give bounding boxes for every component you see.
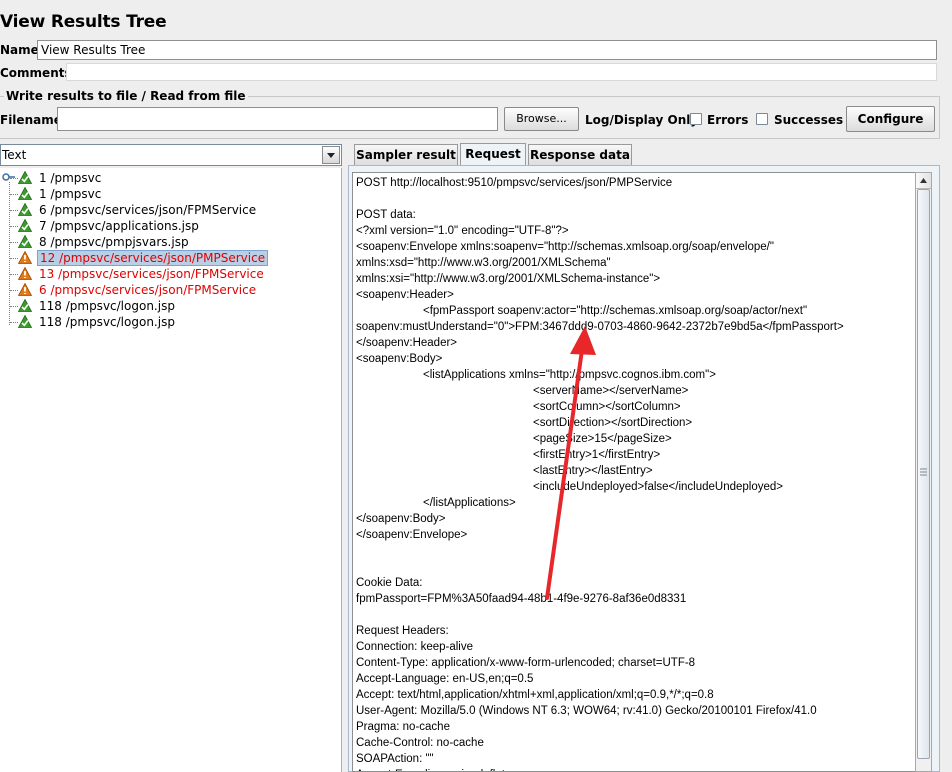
errors-label: Errors: [707, 113, 749, 127]
request-line: <?xml version="1.0" encoding="UTF-8"?>: [356, 225, 569, 237]
request-line: </soapenv:Header>: [356, 337, 458, 349]
tree-item[interactable]: 1 /pmpsvc: [0, 170, 340, 186]
success-icon: [18, 171, 32, 184]
tree-item-label: 6 /pmpsvc/services/json/FPMService: [39, 283, 257, 297]
tree-line: [10, 274, 18, 275]
request-line: SOAPAction: "": [356, 753, 434, 765]
successes-checkbox[interactable]: [756, 113, 768, 125]
tree-line: [10, 226, 18, 227]
request-line: Pragma: no-cache: [356, 721, 450, 733]
tree-line: [10, 210, 18, 211]
request-line: </listApplications>: [423, 497, 516, 509]
warning-icon: [18, 251, 32, 264]
comments-label: Comments:: [0, 66, 77, 80]
tree-item-label: 12 /pmpsvc/services/json/PMPService: [37, 250, 269, 266]
log-display-label: Log/Display Only:: [585, 113, 703, 127]
request-line: Accept-Encoding: gzip, deflate: [356, 767, 511, 771]
tree-item[interactable]: 13 /pmpsvc/services/json/FPMService: [0, 266, 340, 282]
filename-label: Filename: [0, 113, 62, 127]
request-line: User-Agent: Mozilla/5.0 (Windows NT 6.3;…: [356, 705, 817, 717]
tree-line: [10, 258, 18, 259]
tab-label: Request: [465, 147, 521, 161]
warning-icon: [18, 267, 32, 280]
renderer-select[interactable]: Text: [0, 144, 342, 166]
tree-item-label: 8 /pmpsvc/pmpjsvars.jsp: [39, 235, 189, 249]
tree-item[interactable]: 1 /pmpsvc: [0, 186, 340, 202]
scroll-up-button[interactable]: [916, 173, 931, 189]
request-line: Cache-Control: no-cache: [356, 737, 484, 749]
tree-line: [10, 322, 18, 323]
chevron-down-icon: [327, 153, 335, 158]
request-line: Request Headers:: [356, 625, 449, 637]
tree-line: [10, 290, 18, 291]
success-icon: [18, 219, 32, 232]
request-line: POST data:: [356, 209, 416, 221]
tab-label: Response data: [530, 148, 630, 162]
success-icon: [18, 187, 32, 200]
chevron-up-icon: [920, 178, 927, 183]
tab-label: Sampler result: [356, 148, 456, 162]
warning-icon: [18, 283, 32, 296]
successes-label: Successes: [774, 113, 844, 127]
success-icon: [18, 315, 32, 328]
tab-request[interactable]: Request: [460, 143, 526, 165]
request-line: Accept-Language: en-US,en;q=0.5: [356, 673, 534, 685]
request-line: <soapenv:Body>: [356, 353, 443, 365]
tree-line: [10, 194, 18, 195]
tree-item-label: 118 /pmpsvc/logon.jsp: [39, 299, 175, 313]
red-arrow-annotation-icon: [545, 326, 596, 600]
tree-item[interactable]: 7 /pmpsvc/applications.jsp: [0, 218, 340, 234]
request-line: Cookie Data:: [356, 577, 423, 589]
filename-input[interactable]: [57, 107, 498, 131]
request-line: xmlns:xsi="http://www.w3.org/2001/XMLSch…: [356, 273, 661, 285]
tree-line: [10, 178, 18, 179]
success-icon: [18, 235, 32, 248]
scroll-thumb[interactable]: [917, 189, 930, 759]
tree-item-label: 1 /pmpsvc: [39, 171, 102, 185]
request-line: Content-Type: application/x-www-form-url…: [356, 657, 696, 669]
request-line: <fpmPassport soapenv:actor="http://schem…: [423, 305, 808, 317]
vertical-scrollbar[interactable]: [915, 172, 932, 772]
renderer-select-value: Text: [2, 148, 27, 162]
request-line: Connection: keep-alive: [356, 641, 473, 653]
tab-sampler-result[interactable]: Sampler result: [354, 144, 458, 165]
request-line: </soapenv:Envelope>: [356, 529, 468, 541]
tree-item-label: 6 /pmpsvc/services/json/FPMService: [39, 203, 257, 217]
request-text-area[interactable]: POST http://localhost:9510/pmpsvc/servic…: [352, 172, 915, 772]
request-line: <soapenv:Envelope xmlns:soapenv="http://…: [356, 241, 774, 253]
request-line: xmlns:xsd="http://www.w3.org/2001/XMLSch…: [356, 257, 611, 269]
tree-item[interactable]: 118 /pmpsvc/logon.jsp: [0, 298, 340, 314]
results-tree[interactable]: 1 /pmpsvc 1 /pmpsvc 6 /pmpsvc/services/jso…: [0, 168, 342, 772]
request-line: Accept: text/html,application/xhtml+xml,…: [356, 689, 714, 701]
errors-checkbox[interactable]: [690, 113, 702, 125]
tree-item[interactable]: 6 /pmpsvc/services/json/FPMService: [0, 282, 340, 298]
tree-item-label: 7 /pmpsvc/applications.jsp: [39, 219, 199, 233]
file-group-title: Write results to file / Read from file: [4, 89, 248, 103]
tree-item-label: 118 /pmpsvc/logon.jsp: [39, 315, 175, 329]
grip-icon: [920, 468, 927, 476]
request-line: POST http://localhost:9510/pmpsvc/servic…: [356, 177, 673, 189]
success-icon: [18, 299, 32, 312]
request-line: fpmPassport=FPM%3A50faad94-48b1-4f9e-927…: [356, 593, 687, 605]
tree-item[interactable]: 12 /pmpsvc/services/json/PMPService: [0, 250, 340, 266]
tab-response-data[interactable]: Response data: [528, 144, 632, 165]
name-input[interactable]: View Results Tree: [37, 40, 937, 60]
request-line: </soapenv:Body>: [356, 513, 446, 525]
page-title: View Results Tree: [0, 12, 167, 32]
tree-line: [10, 306, 18, 307]
tree-item[interactable]: 8 /pmpsvc/pmpjsvars.jsp: [0, 234, 340, 250]
tree-item-label: 13 /pmpsvc/services/json/FPMService: [39, 267, 264, 281]
configure-button[interactable]: Configure: [846, 106, 935, 132]
tree-item[interactable]: 118 /pmpsvc/logon.jsp: [0, 314, 340, 330]
browse-button[interactable]: Browse...: [504, 107, 579, 131]
tree-item[interactable]: 6 /pmpsvc/services/json/FPMService: [0, 202, 340, 218]
dropdown-button[interactable]: [322, 146, 340, 164]
success-icon: [18, 203, 32, 216]
request-line: <soapenv:Header>: [356, 289, 454, 301]
comments-input[interactable]: [66, 63, 937, 81]
tree-line: [10, 242, 18, 243]
tree-item-label: 1 /pmpsvc: [39, 187, 102, 201]
